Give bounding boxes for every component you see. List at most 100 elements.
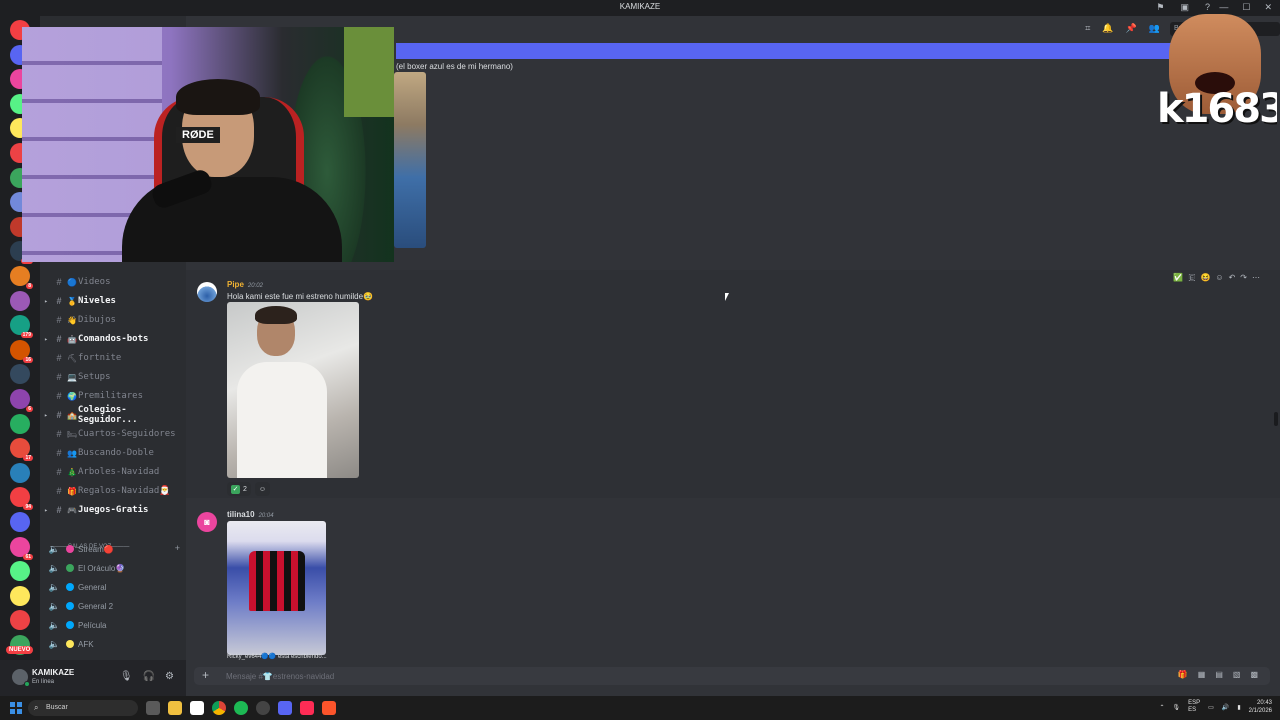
language-indicator[interactable]: ESP ES — [1188, 700, 1200, 714]
react-e-icon[interactable]: 🇪 — [1188, 273, 1195, 283]
reply-icon[interactable]: ↶ — [1229, 273, 1236, 283]
message-avatar[interactable]: ◙ — [197, 512, 217, 532]
message-image-attachment[interactable] — [227, 521, 326, 655]
server-icon[interactable]: 16 — [10, 339, 33, 363]
voice-channel-item[interactable]: 🔈 Stream🔴 — [40, 540, 186, 558]
hash-icon: # — [56, 315, 62, 325]
text-channel-item[interactable]: # 🔵 Videos — [40, 273, 186, 291]
server-icon[interactable] — [10, 610, 30, 631]
battery-icon[interactable]: ▮ — [1237, 704, 1240, 711]
voice-channel-item[interactable]: 🔈 General — [40, 578, 186, 596]
message-image-attachment[interactable] — [227, 302, 359, 478]
react-check-icon[interactable]: ✅ — [1173, 273, 1183, 283]
server-icon[interactable] — [10, 290, 30, 311]
reaction-check[interactable]: ✓ 2 — [227, 482, 251, 496]
volume-icon[interactable]: 🔊 — [1222, 704, 1229, 711]
chat-scrollbar[interactable] — [1274, 412, 1278, 426]
text-channel-item[interactable]: # 🛏 Cuartos-Seguidores — [40, 425, 186, 443]
text-channel-item[interactable]: ▸ # 🥇 Niveles — [40, 292, 186, 310]
text-channel-item[interactable]: ▸ # 🏫 Colegios-Seguidor... — [40, 405, 186, 425]
taskbar-clock[interactable]: 20:43 2/1/2026 — [1249, 699, 1272, 715]
threads-icon[interactable]: ⌗ — [1085, 23, 1090, 34]
add-reaction-button[interactable]: ☺ — [254, 482, 271, 496]
user-name[interactable]: KAMIKAZE — [32, 668, 74, 677]
text-channel-item[interactable]: # 🎄 Arboles-Navidad — [40, 463, 186, 481]
server-icon[interactable] — [10, 512, 30, 532]
channel-emoji-icon: ⛏ — [66, 353, 78, 363]
text-channel-item[interactable]: # 🎁 Regalos-Navidad🎅 — [40, 482, 186, 500]
gift-icon[interactable]: 🎁 — [1178, 670, 1188, 679]
image-icon[interactable]: ▧ — [1233, 670, 1241, 679]
server-icon[interactable] — [10, 561, 30, 582]
message-author[interactable]: Pipe 20:02 — [227, 280, 263, 289]
text-channel-item[interactable]: # 👥 Buscando-Doble — [40, 444, 186, 462]
pin-icon[interactable]: 📌 — [1126, 23, 1137, 34]
channel-emoji-icon: 🥇 — [67, 296, 77, 306]
typing-indicator: Ricky_ev644🔵🔵 está escribiendo... — [227, 654, 327, 660]
server-icon[interactable]: 61 — [10, 536, 33, 560]
screen-icon[interactable]: ▣ — [1180, 2, 1189, 13]
react-emoji-icon[interactable]: 😆 — [1200, 273, 1210, 283]
taskbar-search[interactable]: ⌕ Buscar — [28, 700, 138, 716]
server-icon[interactable] — [10, 364, 30, 385]
text-channel-item[interactable]: # 🌍 Premilitares — [40, 387, 186, 405]
text-channel-item[interactable]: ▸ # 🎮 Juegos-Gratis — [40, 501, 186, 519]
help-icon[interactable]: ? — [1205, 2, 1210, 13]
server-icon[interactable] — [10, 462, 30, 483]
text-channel-item[interactable]: ▸ # 🤖 Comandos-bots — [40, 330, 186, 348]
discord-logo-icon: ◙ — [204, 517, 210, 527]
headphones-icon[interactable]: 🎧 — [143, 671, 155, 682]
spotify-icon[interactable] — [234, 701, 248, 715]
message-author[interactable]: tilina10 20:04 — [227, 510, 274, 519]
server-icon[interactable]: 17 — [10, 438, 33, 462]
forward-icon[interactable]: ↷ — [1240, 273, 1247, 283]
overlay-label: k1683 — [1157, 86, 1277, 132]
store-icon[interactable] — [190, 701, 204, 715]
message-avatar[interactable] — [197, 282, 217, 302]
chevron-up-icon[interactable]: ⌃ — [1160, 704, 1165, 711]
text-channel-item[interactable]: # 💻 Setups — [40, 368, 186, 386]
text-channel-item[interactable]: # 👋 Dibujos — [40, 311, 186, 329]
server-icon[interactable]: 8 — [10, 266, 33, 289]
voice-channel-item[interactable]: 🔈 Película — [40, 616, 186, 634]
new-messages-bar[interactable] — [396, 43, 1256, 59]
apps-icon[interactable]: ▩ — [1250, 670, 1258, 679]
chrome-alt-icon[interactable] — [256, 701, 270, 715]
author-name[interactable]: Pipe — [227, 280, 244, 289]
microphone-icon[interactable]: 🎙 — [120, 671, 133, 682]
new-badge[interactable]: NUEVO — [6, 646, 34, 654]
tiktok-icon[interactable] — [300, 701, 314, 715]
voice-channel-item[interactable]: 🔈 General 2 — [40, 597, 186, 615]
message-input[interactable] — [226, 669, 1126, 683]
server-icon[interactable]: 179 — [10, 315, 33, 339]
server-icon[interactable]: 6 — [10, 389, 33, 412]
close-button[interactable]: ✕ — [1264, 2, 1272, 13]
minimize-button[interactable]: — — [1219, 2, 1228, 13]
previous-message-image[interactable] — [394, 72, 426, 248]
mic-tray-icon[interactable]: 🎙 — [1173, 704, 1181, 711]
server-icon[interactable] — [10, 585, 30, 606]
author-name[interactable]: tilina10 — [227, 510, 255, 519]
network-icon[interactable]: ▭ — [1208, 704, 1214, 711]
voice-channel-item[interactable]: 🔈 El Oráculo🔮 — [40, 559, 186, 577]
add-reaction-icon[interactable]: ☺ — [1215, 273, 1223, 283]
task-view-icon[interactable] — [146, 701, 160, 715]
gif-icon[interactable]: ▦ — [1198, 670, 1206, 679]
brave-icon[interactable] — [322, 701, 336, 715]
server-icon[interactable] — [10, 413, 30, 434]
more-options-icon[interactable]: ⋯ — [1252, 273, 1260, 283]
file-explorer-icon[interactable] — [168, 701, 182, 715]
discord-icon[interactable] — [278, 701, 292, 715]
settings-gear-icon[interactable]: ⚙ — [165, 671, 174, 682]
windows-start-icon[interactable] — [10, 702, 22, 714]
chrome-icon[interactable] — [212, 701, 226, 715]
voice-status-icon — [66, 564, 74, 572]
flag-icon[interactable]: ⚑ — [1156, 2, 1164, 13]
server-icon[interactable]: 94 — [10, 487, 33, 511]
sticker-icon[interactable]: ▤ — [1215, 670, 1223, 679]
voice-channel-item[interactable]: 🔈 AFK — [40, 635, 186, 653]
bell-icon[interactable]: 🔔 — [1102, 23, 1113, 34]
maximize-button[interactable]: ☐ — [1242, 2, 1250, 13]
text-channel-item[interactable]: # ⛏ fortnite — [40, 349, 186, 367]
add-attachment-icon[interactable]: + — [202, 668, 209, 682]
